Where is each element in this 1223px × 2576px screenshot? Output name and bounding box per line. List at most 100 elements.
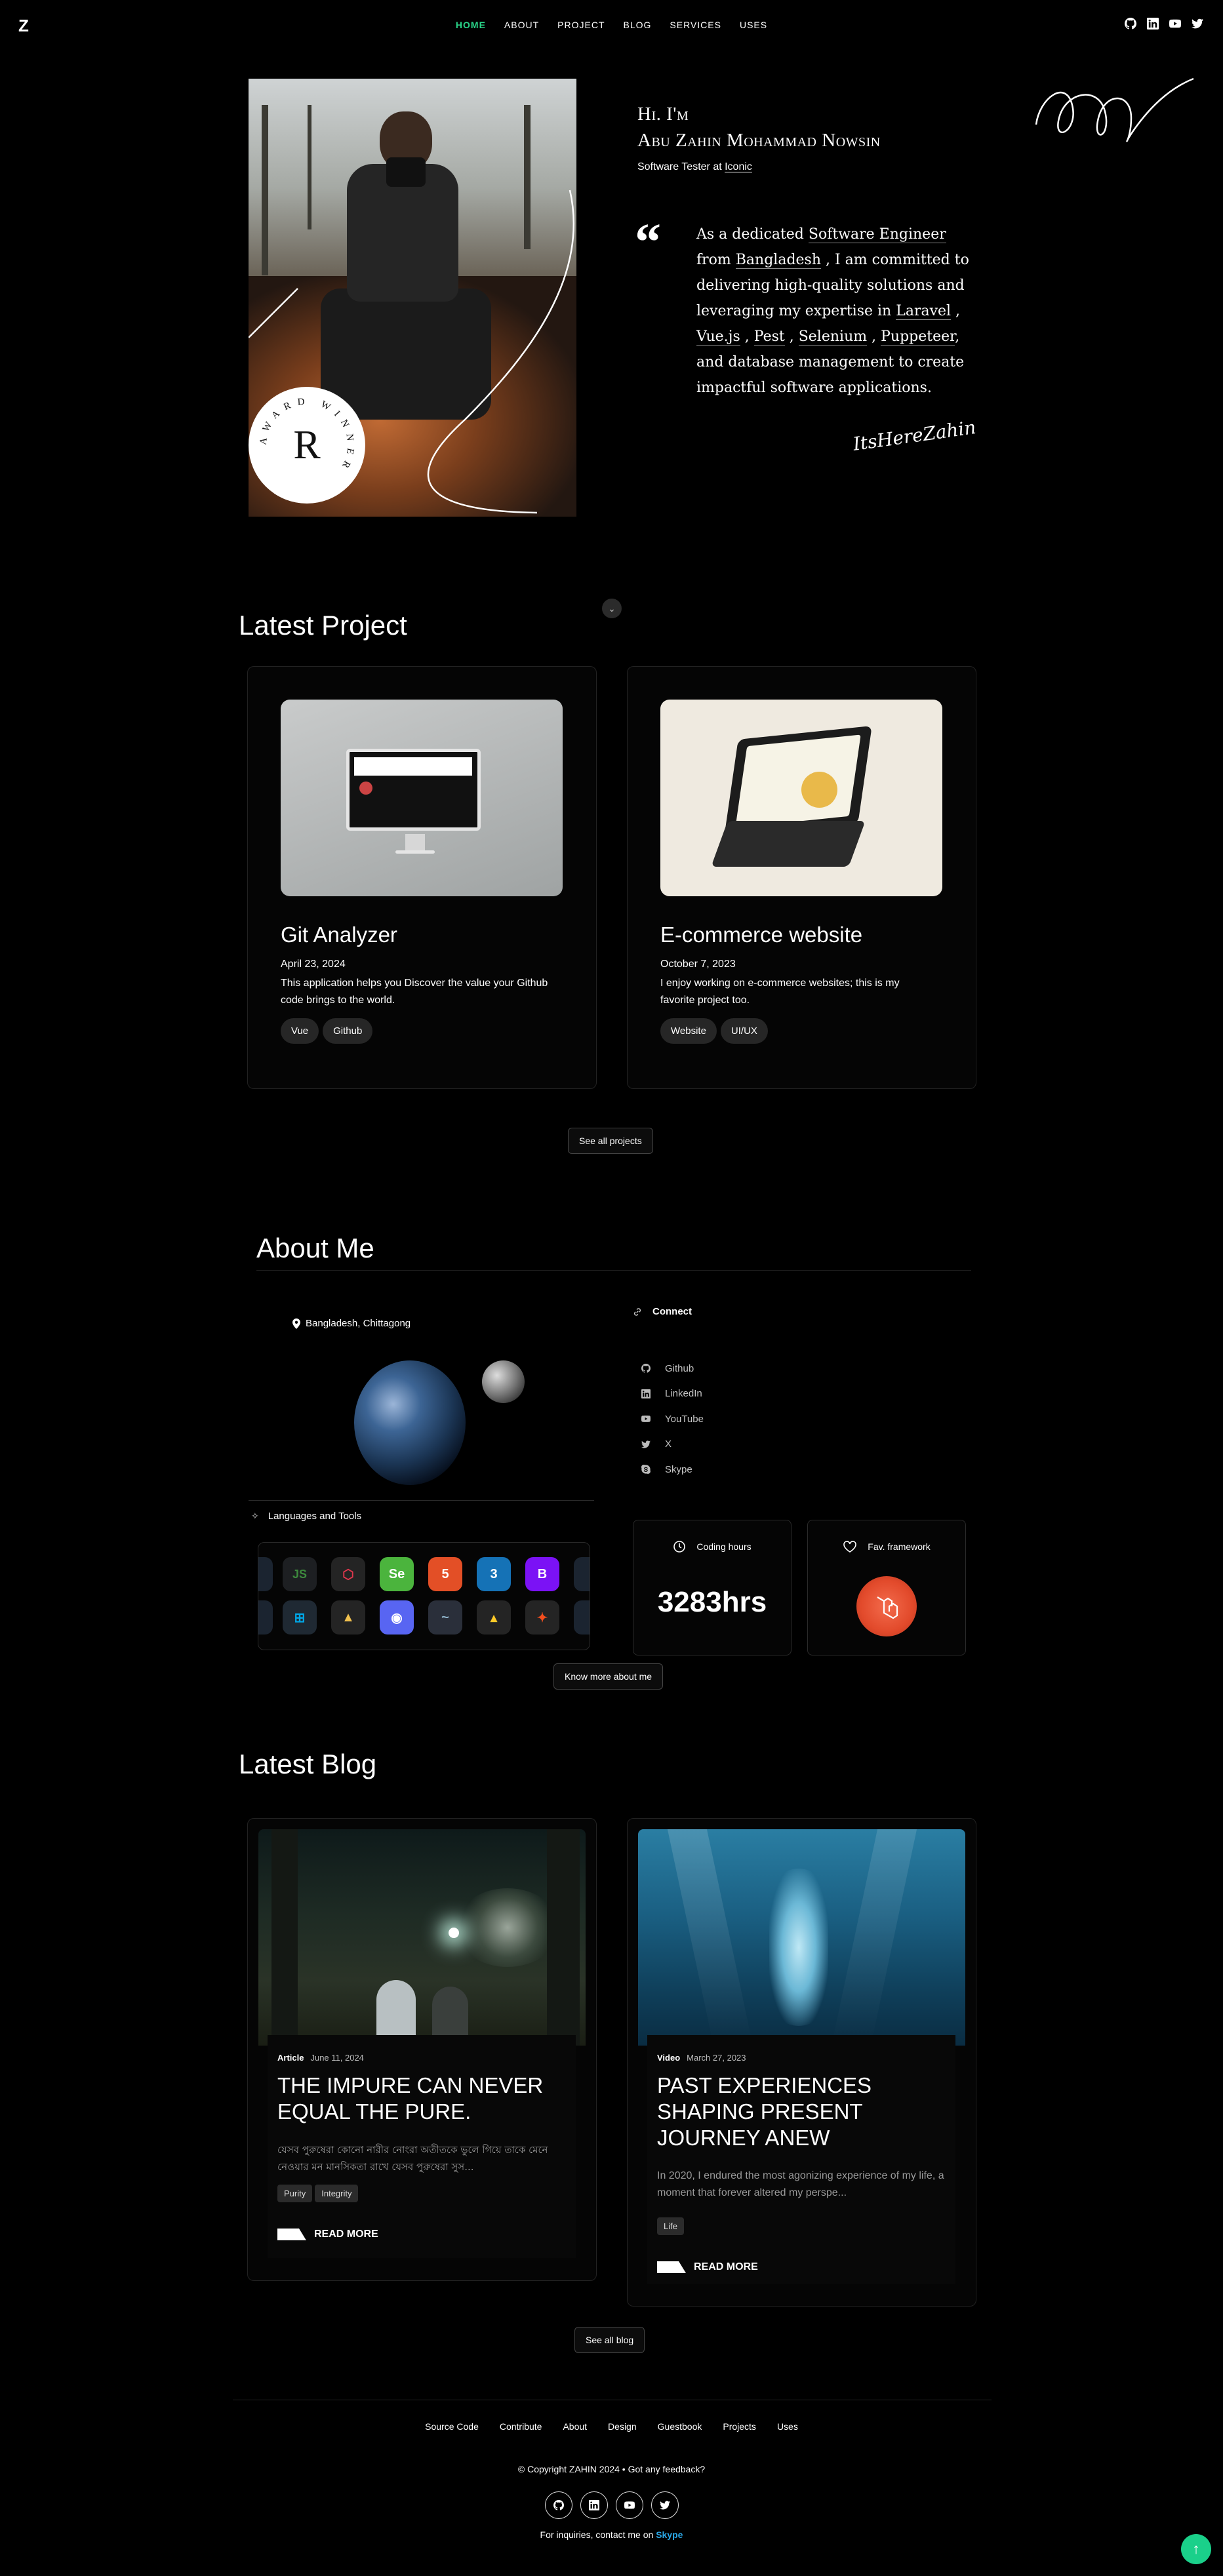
project-tag[interactable]: UI/UX <box>720 1018 768 1044</box>
blog-tag[interactable]: Integrity <box>315 2185 359 2202</box>
footer-link-about[interactable]: About <box>563 2421 587 2432</box>
footer-linkedin-button[interactable] <box>580 2491 608 2519</box>
footer-twitter-button[interactable] <box>651 2491 679 2519</box>
blog-tag[interactable]: Purity <box>277 2185 313 2202</box>
bootstrap-icon: B <box>525 1557 559 1591</box>
bio-country: Bangladesh <box>735 252 822 269</box>
footer-link-uses[interactable]: Uses <box>777 2421 798 2432</box>
linkedin-icon <box>641 1389 651 1398</box>
youtube-icon[interactable] <box>1169 18 1181 30</box>
see-all-blog-button[interactable]: See all blog <box>574 2327 645 2353</box>
linkedin-icon <box>589 2500 599 2510</box>
coding-hours-header: Coding hours <box>633 1540 791 1553</box>
project-tag[interactable]: Github <box>323 1018 373 1044</box>
footer-link-guestbook[interactable]: Guestbook <box>658 2421 702 2432</box>
github-icon <box>553 2500 564 2510</box>
nav-about[interactable]: ABOUT <box>504 20 539 30</box>
read-more-link[interactable]: READ MORE <box>657 2261 946 2273</box>
connect-label: Github <box>665 1362 694 1374</box>
project-card[interactable]: E-commerce website October 7, 2023 I enj… <box>627 666 976 1089</box>
footer-link-contribute[interactable]: Contribute <box>500 2421 542 2432</box>
see-all-projects-button[interactable]: See all projects <box>568 1128 653 1154</box>
footer-link-source-code[interactable]: Source Code <box>425 2421 479 2432</box>
read-more-label: READ MORE <box>314 2229 378 2240</box>
coding-hours-card: Coding hours 3283hrs <box>633 1520 792 1655</box>
connect-heading: Connect <box>633 1306 692 1317</box>
coding-hours-value: 3283hrs <box>657 1586 767 1618</box>
blog-excerpt: In 2020, I endured the most agonizing ex… <box>657 2170 944 2198</box>
hero-bio: As a dedicated Software Engineer from Ba… <box>696 226 969 396</box>
connect-list: Github LinkedIn YouTube X Skype <box>641 1356 704 1482</box>
location: Bangladesh, Chittagong <box>292 1318 411 1329</box>
nav-project[interactable]: PROJECT <box>557 20 605 30</box>
connect-youtube[interactable]: YouTube <box>641 1406 704 1432</box>
linkedin-icon[interactable] <box>1147 18 1159 30</box>
greeting-line-1: Hi. I'm <box>637 104 689 125</box>
know-more-button[interactable]: Know more about me <box>553 1663 664 1690</box>
bio-tech: Laravel <box>896 303 952 320</box>
blog-meta: Article June 11, 2024 <box>277 2053 566 2063</box>
discord-icon: ◉ <box>380 1600 414 1635</box>
project-image <box>281 700 563 896</box>
linux-icon: ▲ <box>331 1600 365 1635</box>
twitter-icon <box>660 2500 670 2510</box>
youtube-icon <box>624 2500 635 2510</box>
blog-headline[interactable]: PAST EXPERIENCES SHAPING PRESENT JOURNEY… <box>657 2072 946 2151</box>
connect-skype[interactable]: Skype <box>641 1457 704 1482</box>
github-icon <box>641 1364 651 1373</box>
earth-image <box>354 1360 466 1485</box>
footer-github-button[interactable] <box>544 2491 572 2519</box>
project-description: This application helps you Discover the … <box>281 978 548 1006</box>
header-social-links <box>1125 18 1203 30</box>
inquiry-text: For inquiries, contact me on Skype <box>0 2529 1223 2540</box>
connect-label: X <box>665 1438 672 1450</box>
project-title[interactable]: Git Analyzer <box>281 922 397 947</box>
twitter-icon[interactable] <box>1192 18 1203 30</box>
blog-title: Latest Blog <box>239 1749 377 1779</box>
read-more-link[interactable]: READ MORE <box>277 2229 566 2240</box>
nav-services[interactable]: SERVICES <box>670 20 721 30</box>
blog-content: Article June 11, 2024 THE IMPURE CAN NEVE… <box>268 2035 576 2258</box>
blog-headline[interactable]: THE IMPURE CAN NEVER EQUAL THE PURE. <box>277 2072 566 2125</box>
arrow-shape-icon <box>277 2229 306 2240</box>
connect-github[interactable]: Github <box>641 1356 704 1381</box>
nav-uses[interactable]: USES <box>740 20 767 30</box>
project-title[interactable]: E-commerce website <box>660 922 862 947</box>
project-card[interactable]: Git Analyzer April 23, 2024 This applica… <box>247 666 597 1089</box>
bio-tech: Puppeteer <box>881 328 955 346</box>
tool-icon <box>258 1600 273 1635</box>
connect-linkedin[interactable]: LinkedIn <box>641 1381 704 1407</box>
back-to-top-button[interactable]: ↑ <box>1181 2534 1211 2564</box>
main-nav: HOME ABOUT PROJECT BLOG SERVICES USES <box>0 20 1223 30</box>
scroll-down-button[interactable]: ⌄ <box>602 599 622 618</box>
divider <box>256 1270 971 1271</box>
signature: ItsHereZahin <box>851 416 978 455</box>
role-company-link[interactable]: Iconic <box>725 161 752 172</box>
connect-x[interactable]: X <box>641 1432 704 1457</box>
blog-tag[interactable]: Life <box>657 2217 684 2235</box>
nav-blog[interactable]: BLOG <box>624 20 652 30</box>
blog-card[interactable]: Video March 27, 2023 PAST EXPERIENCES SHA… <box>627 1818 976 2307</box>
role-prefix: Software Tester at <box>637 161 722 172</box>
bio-tech: Pest <box>753 328 785 346</box>
project-tag[interactable]: Vue <box>281 1018 319 1044</box>
quote-icon: “ <box>635 214 661 271</box>
github-icon[interactable] <box>1125 18 1136 30</box>
footer-link-projects[interactable]: Projects <box>723 2421 756 2432</box>
footer-youtube-button[interactable] <box>615 2491 643 2519</box>
bio-text: As a dedicated <box>696 226 804 243</box>
link-icon <box>633 1307 641 1316</box>
footer-link-design[interactable]: Design <box>608 2421 637 2432</box>
nav-home[interactable]: HOME <box>456 20 486 30</box>
inquiry-prefix: For inquiries, contact me on <box>540 2529 654 2540</box>
blog-card[interactable]: Article June 11, 2024 THE IMPURE CAN NEVE… <box>247 1818 597 2281</box>
skype-link[interactable]: Skype <box>656 2529 683 2540</box>
blog-type: Video <box>657 2053 681 2063</box>
project-date: April 23, 2024 <box>281 959 346 970</box>
map-pin-icon <box>292 1318 300 1329</box>
project-tag[interactable]: Website <box>660 1018 717 1044</box>
footer-social-links <box>0 2491 1223 2519</box>
blog-date: March 27, 2023 <box>687 2053 746 2063</box>
arrow-up-icon: ↑ <box>1192 2541 1200 2557</box>
blog-tags: Purity Integrity <box>277 2185 566 2202</box>
